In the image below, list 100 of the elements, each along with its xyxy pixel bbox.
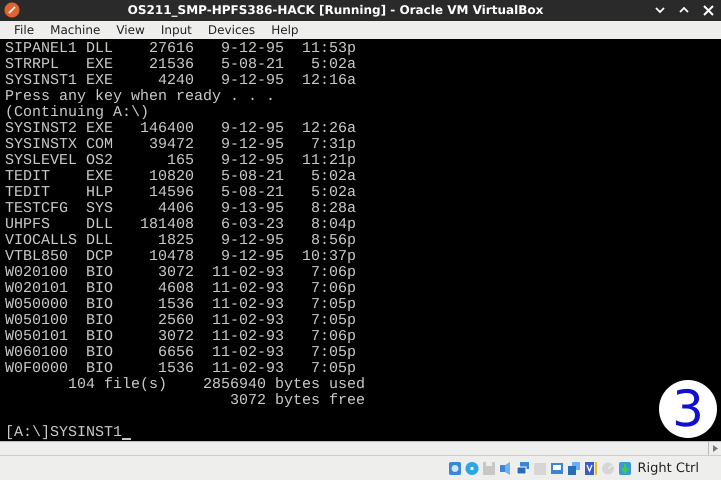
file-size: 14596 (148, 185, 194, 202)
menu-item[interactable]: View (108, 23, 153, 38)
file-extension: SYS (86, 201, 113, 218)
file-date: 11-02-93 (210, 281, 284, 298)
file-date: 9-13-95 (220, 201, 284, 218)
chevron-up-icon (679, 6, 689, 14)
file-name: TESTCFG (5, 201, 70, 218)
file-extension: BIO (86, 313, 113, 330)
file-time: 7:06p (310, 329, 356, 346)
file-time: 7:05p (310, 313, 356, 330)
app-icon (4, 2, 20, 18)
file-size: 2560 (156, 313, 194, 330)
file-name: UHPFS (5, 217, 52, 234)
triangle-right-icon (712, 445, 718, 452)
file-size: 1536 (158, 361, 194, 378)
menu-item[interactable]: Machine (42, 23, 108, 38)
menu-item[interactable]: Help (263, 23, 307, 38)
file-extension: BIO (86, 297, 113, 314)
menu-item[interactable]: Input (152, 23, 200, 38)
file-time: 12:26a (300, 121, 356, 138)
file-extension: EXE (86, 73, 113, 90)
close-icon (702, 4, 714, 16)
file-size: 165 (166, 153, 194, 170)
file-date: 5-08-21 (220, 169, 284, 186)
file-date: 6-03-23 (220, 217, 284, 234)
file-time: 11:21p (300, 153, 356, 170)
file-name: TEDIT (5, 185, 52, 202)
file-extension: HLP (86, 185, 113, 202)
file-size: 3072 (156, 265, 194, 282)
text-cursor (122, 438, 132, 440)
file-size: 181408 (138, 217, 194, 234)
file-size: 21536 (148, 57, 194, 74)
file-time: 7:05p (310, 345, 356, 362)
file-extension: EXE (86, 57, 113, 74)
file-extension: DCP (86, 249, 113, 266)
optical-disc-icon[interactable] (464, 460, 478, 476)
file-date: 9-12-95 (220, 233, 284, 250)
file-size: 4406 (156, 201, 194, 218)
file-size: 1536 (156, 297, 194, 314)
window-title: OS211_SMP-HPFS386-HACK [Running] - Oracle VM VirtualBox (126, 3, 544, 18)
file-time: 10:37p (300, 249, 356, 266)
file-name: W050100 (5, 313, 70, 330)
console-message: Press any key when ready . . . (5, 89, 276, 106)
file-date: 5-08-21 (220, 185, 284, 202)
file-name: SYSINSTX (5, 137, 78, 154)
file-date: 11-02-93 (210, 345, 284, 362)
file-size: 1825 (156, 233, 194, 250)
file-name: W050000 (5, 297, 70, 314)
file-date: 9-12-95 (220, 121, 284, 138)
file-time: 8:56p (310, 233, 356, 250)
file-date: 5-08-21 (220, 57, 284, 74)
file-time: 7:05p (310, 297, 356, 314)
file-extension: EXE (86, 121, 113, 138)
file-date: 11-02-93 (210, 265, 284, 282)
file-date: 11-02-93 (210, 297, 284, 314)
file-count: 104 file(s) (68, 377, 168, 394)
file-name: VTBL850 (5, 249, 70, 266)
file-name: W020101 (5, 281, 70, 298)
file-extension: DLL (86, 41, 113, 58)
file-extension: OS2 (86, 153, 113, 170)
menu-item[interactable]: File (6, 23, 42, 38)
file-name: TEDIT (5, 169, 52, 186)
file-extension: DLL (86, 217, 113, 234)
bytes-free: 3072 bytes free (228, 393, 365, 410)
speaker-icon[interactable] (498, 460, 512, 476)
command-prompt: [A:\] (5, 425, 50, 442)
file-time: 7:06p (310, 281, 356, 298)
file-date: 9-12-95 (220, 41, 284, 58)
chevron-down-icon (655, 6, 665, 14)
file-size: 39472 (148, 137, 194, 154)
file-size: 146400 (138, 121, 194, 138)
file-date: 9-12-95 (220, 137, 284, 154)
file-time: 5:02a (310, 169, 356, 186)
file-name: W050101 (5, 329, 70, 346)
menu-item[interactable]: Devices (200, 23, 264, 38)
file-name: SYSINST2 (5, 121, 78, 138)
file-time: 7:05p (310, 361, 356, 378)
keyboard-icon[interactable] (618, 460, 632, 476)
file-time: 11:53p (300, 41, 356, 58)
display-icon[interactable] (550, 460, 564, 476)
file-extension: BIO (86, 329, 113, 346)
file-date: 11-02-93 (210, 329, 284, 346)
console-message: (Continuing A:\) (5, 105, 150, 122)
file-date: 9-12-95 (220, 153, 284, 170)
file-date: 9-12-95 (220, 73, 284, 90)
file-extension: EXE (86, 169, 113, 186)
file-extension: BIO (86, 265, 113, 282)
file-size: 3072 (156, 329, 194, 346)
file-size: 4240 (158, 73, 194, 90)
file-time: 8:04p (310, 217, 356, 234)
file-time: 12:16a (300, 73, 356, 90)
file-name: W060100 (5, 345, 70, 362)
windows-icon[interactable] (566, 460, 580, 476)
network-icon[interactable] (516, 460, 530, 476)
command-input[interactable]: SYSINST1 (50, 425, 122, 442)
file-extension: BIO (86, 281, 113, 298)
file-size: 10478 (148, 249, 194, 266)
file-size: 6656 (156, 345, 194, 362)
file-name: W0F0000 (5, 361, 69, 378)
file-time: 5:02a (310, 57, 356, 74)
